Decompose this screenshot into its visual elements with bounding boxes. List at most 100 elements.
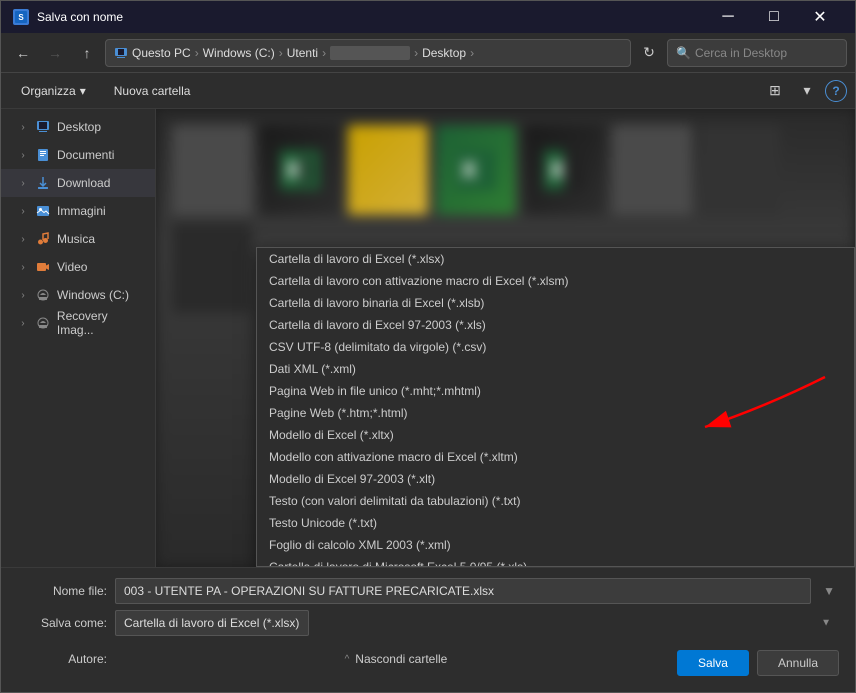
dropdown-item[interactable]: Modello di Excel (*.xltx) bbox=[257, 424, 854, 446]
dropdown-item[interactable]: Cartella di lavoro di Excel 97-2003 (*.x… bbox=[257, 314, 854, 336]
expand-chevron: ^ bbox=[345, 654, 350, 665]
path-part-1: Questo PC bbox=[132, 46, 191, 60]
title-bar-text: Salva con nome bbox=[37, 10, 123, 24]
path-part-2: Windows (C:) bbox=[203, 46, 275, 60]
file-area: X X X 2022.xlsx bbox=[156, 109, 855, 567]
view-icon: ⊞ bbox=[769, 82, 781, 99]
search-icon: 🔍 bbox=[676, 46, 691, 60]
filename-dropdown-arrow[interactable]: ▼ bbox=[819, 584, 839, 598]
expand-icon: › bbox=[17, 317, 29, 329]
sidebar-label-recovery: Recovery Imag... bbox=[57, 309, 147, 337]
author-row: Autore: ^ Nascondi cartelle Salva Annull… bbox=[17, 642, 839, 676]
expand-icon: › bbox=[17, 261, 29, 273]
sidebar-item-desktop[interactable]: › Desktop bbox=[1, 113, 155, 141]
search-placeholder: Cerca in Desktop bbox=[695, 46, 787, 60]
up-button[interactable]: ↑ bbox=[73, 39, 101, 67]
sidebar-item-recovery[interactable]: › Recovery Imag... bbox=[1, 309, 155, 337]
view-dropdown-button[interactable]: ▾ bbox=[793, 77, 821, 105]
organize-button[interactable]: Organizza ▾ bbox=[9, 77, 98, 105]
save-dialog: S Salva con nome ─ □ ✕ ← → ↑ Questo PC ›… bbox=[0, 0, 856, 693]
dropdown-item[interactable]: Testo (con valori delimitati da tabulazi… bbox=[257, 490, 854, 512]
saveas-row: Salva come: Cartella di lavoro di Excel … bbox=[17, 610, 839, 636]
dropdown-item[interactable]: Modello di Excel 97-2003 (*.xlt) bbox=[257, 468, 854, 490]
toolbar-right: ⊞ ▾ ? bbox=[761, 77, 847, 105]
saveas-select[interactable]: Cartella di lavoro di Excel (*.xlsx) bbox=[115, 610, 309, 636]
new-folder-button[interactable]: Nuova cartella bbox=[102, 77, 203, 105]
windows-drive-icon bbox=[35, 287, 51, 303]
hide-folders-label: Nascondi cartelle bbox=[355, 652, 447, 666]
sidebar-label-video: Video bbox=[57, 260, 87, 274]
expand-icon: › bbox=[17, 177, 29, 189]
saveas-select-wrapper: Cartella di lavoro di Excel (*.xlsx) bbox=[115, 610, 839, 636]
organize-chevron: ▾ bbox=[80, 84, 86, 98]
title-bar: S Salva con nome ─ □ ✕ bbox=[1, 1, 855, 33]
path-sep-4: › bbox=[414, 46, 418, 60]
path-sep-1: › bbox=[195, 46, 199, 60]
sidebar-item-music[interactable]: › Musica bbox=[1, 225, 155, 253]
dropdown-item[interactable]: Foglio di calcolo XML 2003 (*.xml) bbox=[257, 534, 854, 556]
computer-icon bbox=[114, 46, 128, 60]
recovery-icon bbox=[35, 315, 51, 331]
path-part-4 bbox=[330, 46, 410, 60]
dropdown-item[interactable]: Testo Unicode (*.txt) bbox=[257, 512, 854, 534]
cancel-button[interactable]: Annulla bbox=[757, 650, 839, 676]
sidebar-label-download: Download bbox=[57, 176, 110, 190]
bottom-form: Nome file: ▼ Salva come: Cartella di lav… bbox=[1, 567, 855, 692]
main-area: › Desktop › Documenti › Download bbox=[1, 109, 855, 567]
refresh-button[interactable]: ↻ bbox=[635, 39, 663, 67]
help-button[interactable]: ? bbox=[825, 80, 847, 102]
view-button[interactable]: ⊞ bbox=[761, 77, 789, 105]
dropdown-item[interactable]: Modello con attivazione macro di Excel (… bbox=[257, 446, 854, 468]
file-preview: X X X 2022.xlsx bbox=[156, 109, 855, 567]
svg-text:S: S bbox=[18, 13, 24, 22]
sidebar-label-images: Immagini bbox=[57, 204, 106, 218]
path-sep-3: › bbox=[322, 46, 326, 60]
expand-icon: › bbox=[17, 149, 29, 161]
dropdown-item[interactable]: CSV UTF-8 (delimitato da virgole) (*.csv… bbox=[257, 336, 854, 358]
expand-icon: › bbox=[17, 205, 29, 217]
sidebar-item-video[interactable]: › Video bbox=[1, 253, 155, 281]
maximize-button[interactable]: □ bbox=[751, 1, 797, 33]
dropdown-item[interactable]: Cartella di lavoro binaria di Excel (*.x… bbox=[257, 292, 854, 314]
sidebar: › Desktop › Documenti › Download bbox=[1, 109, 156, 567]
author-label: Autore: bbox=[17, 652, 107, 666]
dialog-icon: S bbox=[13, 9, 29, 25]
path-sep-5: › bbox=[470, 46, 474, 60]
close-button[interactable]: ✕ bbox=[797, 1, 843, 33]
dropdown-overlay: Cartella di lavoro di Excel (*.xlsx)Cart… bbox=[156, 109, 855, 567]
sidebar-item-images[interactable]: › Immagini bbox=[1, 197, 155, 225]
dropdown-item[interactable]: Pagine Web (*.htm;*.html) bbox=[257, 402, 854, 424]
video-icon bbox=[35, 259, 51, 275]
title-bar-left: S Salva con nome bbox=[13, 9, 123, 25]
forward-button[interactable]: → bbox=[41, 39, 69, 67]
dialog-buttons: Salva Annulla bbox=[677, 642, 839, 676]
save-type-dropdown[interactable]: Cartella di lavoro di Excel (*.xlsx)Cart… bbox=[256, 247, 855, 567]
path-sep-2: › bbox=[279, 46, 283, 60]
filename-label: Nome file: bbox=[17, 584, 107, 598]
saveas-label: Salva come: bbox=[17, 616, 107, 630]
sidebar-label-music: Musica bbox=[57, 232, 95, 246]
music-icon bbox=[35, 231, 51, 247]
back-button[interactable]: ← bbox=[9, 39, 37, 67]
search-box[interactable]: 🔍 Cerca in Desktop bbox=[667, 39, 847, 67]
hide-folders-row: ^ Nascondi cartelle bbox=[345, 646, 448, 672]
dropdown-item[interactable]: Dati XML (*.xml) bbox=[257, 358, 854, 380]
sidebar-item-documents[interactable]: › Documenti bbox=[1, 141, 155, 169]
sidebar-item-windows[interactable]: › Windows (C:) bbox=[1, 281, 155, 309]
dropdown-item[interactable]: Cartella di lavoro di Excel (*.xlsx) bbox=[257, 248, 854, 270]
save-button[interactable]: Salva bbox=[677, 650, 749, 676]
sidebar-item-download[interactable]: › Download bbox=[1, 169, 155, 197]
dropdown-item[interactable]: Cartella di lavoro di Microsoft Excel 5.… bbox=[257, 556, 854, 567]
sidebar-label-documents: Documenti bbox=[57, 148, 114, 162]
minimize-button[interactable]: ─ bbox=[705, 1, 751, 33]
filename-row: Nome file: ▼ bbox=[17, 578, 839, 604]
new-folder-label: Nuova cartella bbox=[114, 84, 191, 98]
title-bar-controls: ─ □ ✕ bbox=[705, 1, 843, 33]
dropdown-item[interactable]: Pagina Web in file unico (*.mht;*.mhtml) bbox=[257, 380, 854, 402]
dropdown-item[interactable]: Cartella di lavoro con attivazione macro… bbox=[257, 270, 854, 292]
expand-icon: › bbox=[17, 121, 29, 133]
path-part-3: Utenti bbox=[287, 46, 318, 60]
filename-input[interactable] bbox=[115, 578, 811, 604]
address-path[interactable]: Questo PC › Windows (C:) › Utenti › › De… bbox=[105, 39, 631, 67]
organize-label: Organizza bbox=[21, 84, 76, 98]
